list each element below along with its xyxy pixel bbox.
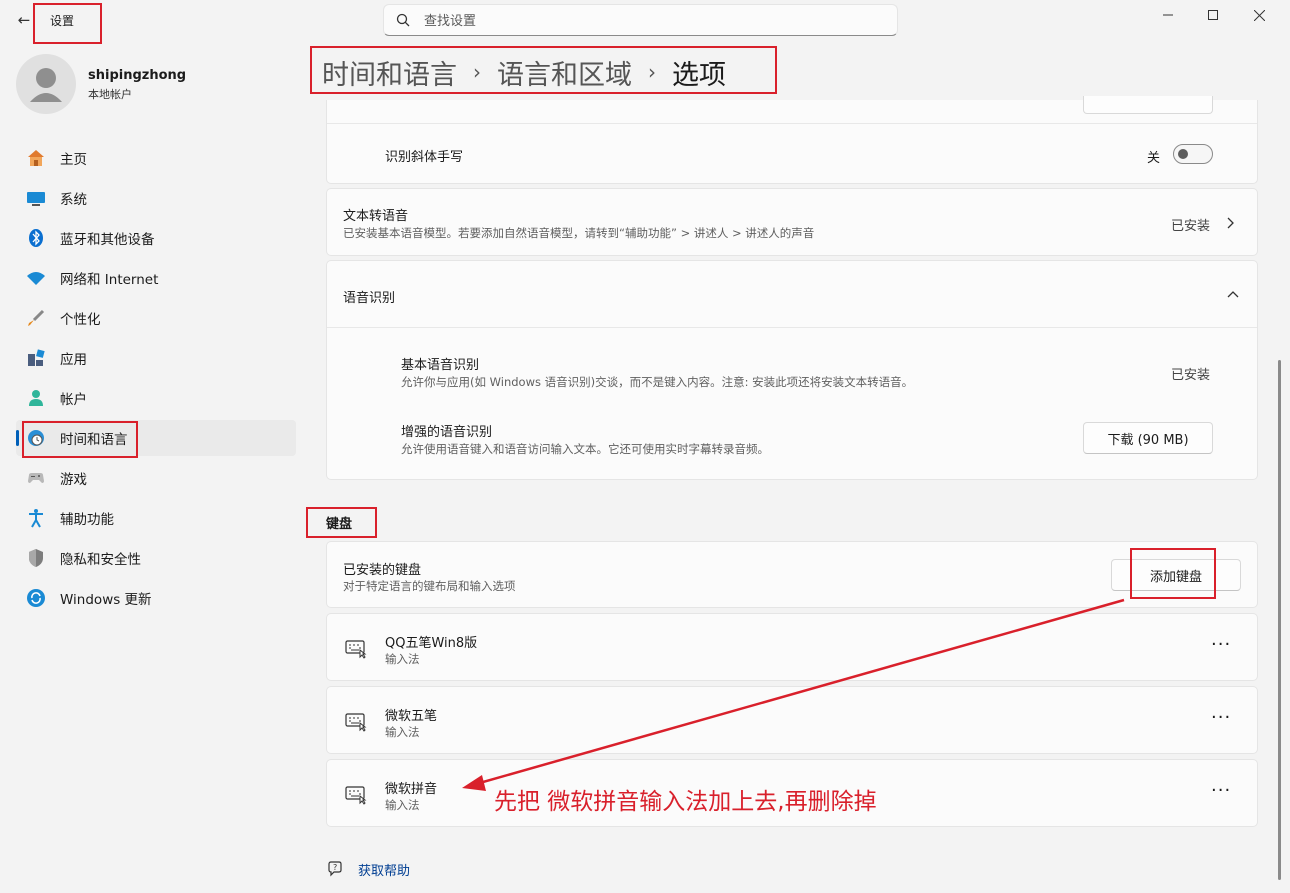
annotation-arrow <box>462 598 1125 791</box>
annotation-text: 先把 微软拼音输入法加上去,再删除掉 <box>494 789 877 815</box>
